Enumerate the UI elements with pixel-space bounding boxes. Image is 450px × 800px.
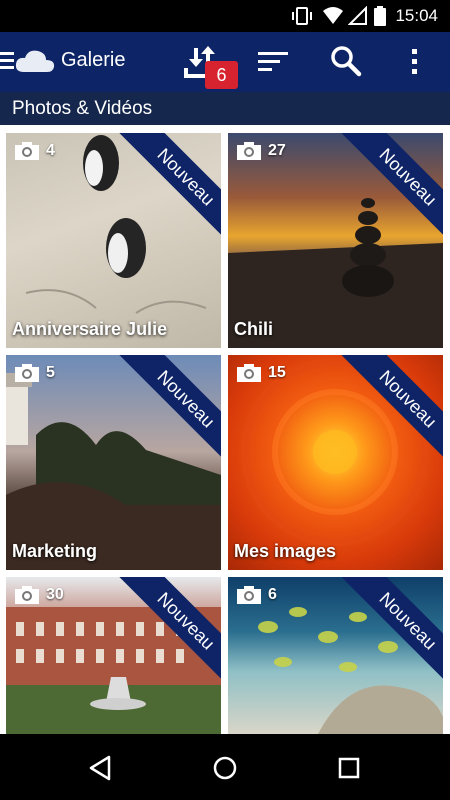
photo-count: 5	[14, 363, 55, 383]
camera-icon	[237, 142, 261, 160]
album-tile[interactable]: 4 Nouveau Anniversaire Julie	[6, 133, 221, 348]
search-button[interactable]	[326, 42, 370, 82]
album-tile[interactable]: 15 Nouveau Mes images	[228, 355, 443, 570]
new-ribbon: Nouveau	[336, 355, 443, 465]
album-tile[interactable]: 6 Nouveau	[228, 577, 443, 734]
section-header: Photos & Vidéos	[0, 92, 450, 125]
more-vert-icon	[412, 49, 417, 74]
album-title: Chili	[234, 319, 273, 339]
camera-icon	[237, 364, 261, 382]
photo-count: 6	[236, 585, 277, 605]
menu-icon[interactable]	[0, 52, 14, 72]
album-tile[interactable]: 27 Nouveau Chili	[228, 133, 443, 348]
vibrate-icon	[292, 7, 312, 25]
album-title: Anniversaire Julie	[12, 319, 168, 339]
album-title: Marketing	[12, 541, 98, 561]
album-tile[interactable]: 5 Nouveau Marketing	[6, 355, 221, 570]
navigation-bar	[0, 734, 450, 800]
recents-icon[interactable]	[333, 752, 365, 784]
camera-icon	[15, 142, 39, 160]
search-icon	[331, 46, 362, 77]
sync-count-badge: 6	[205, 61, 238, 89]
photo-count: 15	[236, 363, 286, 383]
photo-count: 30	[14, 585, 64, 605]
camera-icon	[15, 364, 39, 382]
photo-count: 4	[14, 141, 55, 161]
back-icon[interactable]	[85, 752, 117, 784]
overflow-menu-button[interactable]	[394, 42, 434, 82]
camera-icon	[237, 586, 261, 604]
cloud-logo-icon	[15, 50, 55, 72]
new-ribbon: Nouveau	[336, 133, 443, 243]
photo-count: 27	[236, 141, 286, 161]
new-ribbon: Nouveau	[114, 133, 221, 243]
album-title: Mes images	[234, 541, 337, 561]
album-tile[interactable]: 30 Nouveau	[6, 577, 221, 734]
battery-icon	[374, 6, 386, 26]
status-time: 15:04	[395, 6, 438, 25]
status-bar: 15:04	[0, 0, 450, 32]
camera-icon	[15, 586, 39, 604]
new-ribbon: Nouveau	[114, 355, 221, 465]
home-icon[interactable]	[209, 752, 241, 784]
album-grid: 4 Nouveau Anniversaire Julie 27 Nouveau …	[0, 125, 450, 734]
sort-button[interactable]	[254, 42, 298, 82]
new-ribbon: Nouveau	[336, 577, 443, 687]
signal-icon	[348, 6, 367, 25]
sort-icon	[258, 52, 288, 71]
section-title: Photos & Vidéos	[12, 98, 153, 119]
new-ribbon: Nouveau	[114, 577, 221, 687]
wifi-icon	[323, 7, 343, 24]
app-title: Galerie	[61, 49, 126, 71]
